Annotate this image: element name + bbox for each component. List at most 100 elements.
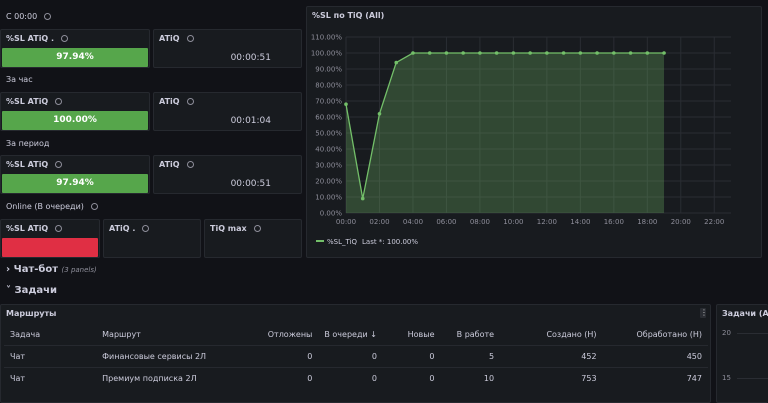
info-icon[interactable]	[55, 225, 63, 232]
table-cell: 452	[500, 345, 603, 368]
x-tick-label: 16:00	[604, 218, 624, 226]
legend-series-name: %SL_TiQ	[327, 238, 358, 246]
info-icon[interactable]	[61, 35, 69, 42]
info-icon[interactable]	[186, 161, 194, 168]
y-tick-label: 40.00%	[315, 146, 342, 154]
x-tick-label: 04:00	[403, 218, 423, 226]
y-tick-label: 70.00%	[315, 98, 342, 106]
data-point	[628, 51, 633, 55]
info-icon[interactable]	[55, 161, 63, 168]
table-cell: 0	[249, 345, 319, 368]
data-point	[528, 51, 532, 55]
atiq-panel-period[interactable]: ATiQ 00:00:51	[153, 155, 302, 194]
x-tick-label: 02:00	[369, 218, 389, 226]
table-title: Маршруты	[6, 309, 57, 318]
panel-title: %SL ATiQ	[6, 160, 49, 169]
x-tick-label: 20:00	[671, 218, 691, 226]
panel-menu-icon[interactable]: ⋮	[700, 308, 708, 318]
atiq-panel-today[interactable]: ATiQ 00:00:51	[153, 29, 302, 68]
chevron-right-icon: ›	[6, 264, 11, 275]
table-cell: 0	[382, 345, 441, 368]
routes-table-panel[interactable]: Маршруты ⋮ Задача Маршрут Отложены В оче…	[0, 304, 711, 403]
atiq-panel-online[interactable]: ATiQ .	[103, 219, 201, 258]
column-header[interactable]: Создано (Н)	[500, 324, 602, 346]
panel-title: TiQ max	[210, 224, 247, 233]
data-point	[561, 51, 566, 55]
legend-last-value: Last *: 100.00%	[362, 238, 418, 246]
sl-value-box: 97.94%	[2, 48, 148, 67]
column-header[interactable]: Маршрут	[96, 324, 249, 346]
sl-tiq-chart-panel[interactable]: %SL по TiQ (All) 0.00% 10.00% 20.00% 30.00%…	[306, 6, 762, 258]
panel-title: ATiQ	[159, 160, 180, 169]
row-title: Задачи	[14, 285, 58, 296]
data-point	[377, 112, 382, 116]
y-tick-label: 10.00%	[315, 194, 342, 202]
info-icon[interactable]	[90, 203, 98, 210]
panel-title: %SL ATiQ .	[6, 34, 55, 43]
panel-title: ATiQ	[159, 34, 180, 43]
row-header-tasks[interactable]: ˅ Задачи	[6, 285, 57, 296]
tiq-max-panel-online[interactable]: TiQ max	[204, 219, 302, 258]
data-point	[494, 51, 499, 55]
column-header-sorted[interactable]: В очереди ↓	[318, 324, 383, 346]
panel-title: ATiQ	[159, 97, 180, 106]
data-point	[360, 196, 365, 201]
sl-atiq-panel-online[interactable]: %SL ATiQ	[0, 219, 100, 258]
table-cell: 747	[602, 367, 708, 389]
atiq-value: 00:00:51	[230, 179, 271, 189]
arrow-down-icon: ↓	[370, 330, 377, 339]
chart-svg: 0.00% 10.00% 20.00% 30.00% 40.00% 50.00% 60.00…	[311, 34, 731, 246]
panel-title: ATiQ .	[109, 224, 136, 233]
row-header-chatbot[interactable]: › Чат-бот (3 panels)	[6, 264, 97, 275]
info-icon[interactable]	[142, 225, 150, 232]
panel-title: Задачи (All)	[722, 309, 768, 318]
table-cell: Премиум подписка 2Л	[96, 367, 250, 389]
sl-value-box: 100.00%	[2, 111, 148, 130]
section-last-hour: За час	[6, 75, 33, 84]
table-cell: Чат	[4, 367, 97, 389]
data-point	[478, 51, 482, 55]
sl-atiq-panel-today[interactable]: %SL ATiQ . 97.94%	[0, 29, 150, 68]
atiq-value: 00:00:51	[230, 53, 271, 63]
column-header[interactable]: Задача	[4, 324, 96, 346]
panel-count: (3 panels)	[61, 266, 97, 274]
info-icon[interactable]	[186, 35, 194, 42]
table-cell: 10	[440, 367, 501, 389]
column-header[interactable]: Новые	[383, 324, 441, 346]
x-tick-label: 00:00	[336, 218, 356, 226]
y-tick-label: 90.00%	[315, 66, 342, 74]
y-tick-label: 30.00%	[315, 162, 342, 170]
table-cell: 450	[602, 345, 708, 368]
y-tick-label: 50.00%	[315, 130, 342, 138]
x-tick-label: 22:00	[704, 218, 724, 226]
x-tick-label: 08:00	[470, 218, 490, 226]
atiq-panel-hour[interactable]: ATiQ 00:01:04	[153, 92, 302, 131]
column-header[interactable]: Отложены	[249, 324, 318, 346]
section-period: За период	[6, 139, 50, 148]
column-header[interactable]: Обработано (Н)	[603, 324, 708, 346]
table-cell: 0	[318, 367, 383, 389]
section-since-midnight: С 00:00	[6, 12, 52, 21]
info-icon[interactable]	[186, 98, 194, 105]
info-icon[interactable]	[55, 98, 63, 105]
table-row[interactable]: Чат Финансовые сервисы 2Л 0 0 0 5 452 45…	[4, 345, 708, 368]
info-icon[interactable]	[44, 13, 52, 20]
section-online-queue: Online (В очереди)	[6, 202, 98, 211]
table-cell: 0	[249, 367, 319, 389]
atiq-value: 00:01:04	[230, 116, 271, 126]
sl-value: 97.94%	[56, 52, 94, 62]
row-title: Чат-бот	[13, 264, 59, 275]
info-icon[interactable]	[253, 225, 261, 232]
x-tick-label: 18:00	[637, 218, 657, 226]
data-point	[645, 51, 650, 55]
sl-atiq-panel-period[interactable]: %SL ATiQ 97.94%	[0, 155, 150, 194]
table-row[interactable]: Чат Премиум подписка 2Л 0 0 0 10 753 747	[4, 367, 708, 389]
sl-atiq-panel-hour[interactable]: %SL ATiQ 100.00%	[0, 92, 150, 131]
panel-title: %SL ATiQ	[6, 224, 49, 233]
data-point	[411, 51, 415, 55]
data-point	[444, 51, 449, 55]
tasks-all-panel[interactable]: Задачи (All) 20 15	[716, 304, 768, 403]
x-tick-label: 10:00	[503, 218, 523, 226]
column-header[interactable]: В работе	[441, 324, 501, 346]
data-point	[511, 51, 516, 55]
